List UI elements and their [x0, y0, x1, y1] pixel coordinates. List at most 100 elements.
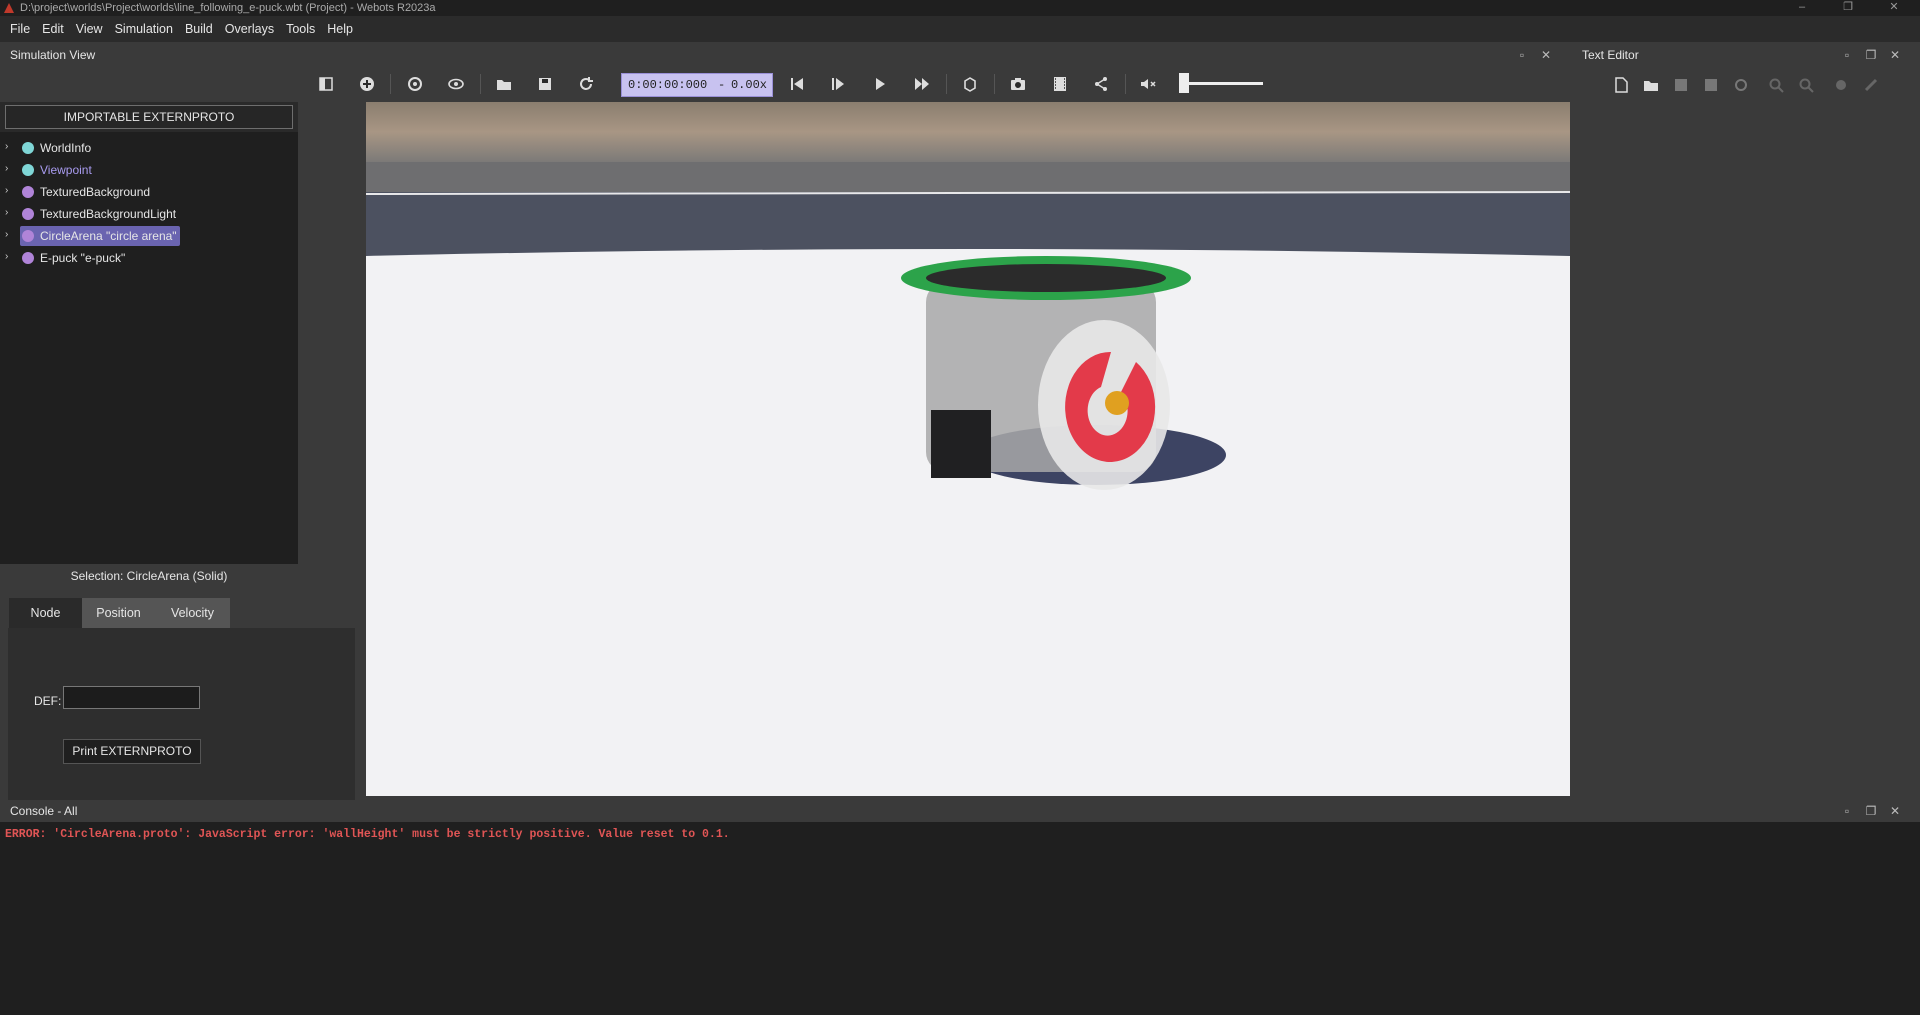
sky-background: [366, 102, 1570, 162]
screenshot-button[interactable]: [1007, 73, 1029, 95]
simulation-view-title: Simulation View: [10, 48, 96, 62]
share-icon: [1095, 77, 1107, 91]
print-externproto-button[interactable]: Print EXTERNPROTO: [63, 739, 201, 764]
viewpoint-button[interactable]: [445, 73, 467, 95]
fast-button[interactable]: [911, 73, 933, 95]
skip-back-icon: [791, 78, 803, 90]
tree-item-e-puck[interactable]: › E-puck "e-puck": [0, 248, 298, 268]
folder-open-icon: [497, 80, 511, 90]
tab-node[interactable]: Node: [9, 598, 82, 628]
save-icon: [539, 78, 551, 90]
cube-icon: [964, 77, 976, 92]
mute-button[interactable]: [1137, 73, 1159, 95]
toolbar-separator: [994, 74, 995, 94]
simulation-toolbar: [300, 66, 1282, 102]
plus-circle-icon: [360, 77, 374, 91]
rendering-button[interactable]: [959, 73, 981, 95]
window-title: D:\project\worlds\Project\worlds\line_fo…: [20, 2, 436, 14]
tree-item-texturedbackground[interactable]: › TexturedBackground: [0, 182, 298, 202]
text-editor-title: Text Editor: [1582, 48, 1639, 62]
run-button[interactable]: [869, 73, 891, 95]
simulation-scene: [366, 102, 1570, 796]
menu-overlays[interactable]: Overlays: [219, 22, 280, 36]
text-editor-toolbar: [1613, 74, 1903, 98]
tab-velocity[interactable]: Velocity: [155, 598, 230, 628]
menu-build[interactable]: Build: [179, 22, 219, 36]
find-icon[interactable]: [1768, 77, 1784, 93]
revert-icon[interactable]: [1733, 77, 1749, 93]
menu-simulation[interactable]: Simulation: [109, 22, 179, 36]
toolbar-separator: [1125, 74, 1126, 94]
camera-icon: [1011, 78, 1025, 90]
eye-icon: [448, 78, 464, 90]
expand-arrow-icon[interactable]: ›: [5, 251, 8, 262]
save-file-icon[interactable]: [1673, 77, 1689, 93]
undock-icon[interactable]: ❐: [1864, 48, 1878, 62]
simulation-time: 0:00:00:000: [628, 78, 708, 92]
reset-simulation-button[interactable]: [786, 73, 808, 95]
expand-arrow-icon[interactable]: ›: [5, 229, 8, 240]
reload-world-button[interactable]: [575, 73, 597, 95]
speaker-muted-icon: [1141, 79, 1156, 89]
tree-item-circlearena[interactable]: › CircleArena "circle arena": [0, 226, 298, 246]
hide-scene-tree-button[interactable]: [315, 73, 337, 95]
console-output[interactable]: ERROR: 'CircleArena.proto': JavaScript e…: [0, 822, 1920, 1015]
open-file-icon[interactable]: [1643, 77, 1659, 93]
close-window-button[interactable]: ✕: [1874, 0, 1914, 16]
record-movie-button[interactable]: [1049, 73, 1071, 95]
close-dock-icon[interactable]: ✕: [1888, 804, 1902, 818]
restore-button[interactable]: ❐: [1828, 0, 1868, 16]
maximize-dock-icon[interactable]: ▫: [1840, 804, 1854, 818]
tree-item-label: CircleArena "circle arena": [40, 229, 177, 243]
open-world-button[interactable]: [493, 73, 515, 95]
tree-item-worldinfo[interactable]: › WorldInfo: [0, 138, 298, 158]
tree-item-label: TexturedBackground: [40, 185, 151, 199]
new-file-icon[interactable]: [1613, 77, 1629, 93]
menu-tools[interactable]: Tools: [280, 22, 321, 36]
menu-file[interactable]: File: [4, 22, 36, 36]
minimize-button[interactable]: –: [1782, 0, 1822, 16]
volume-slider-thumb[interactable]: [1179, 73, 1189, 93]
menu-help[interactable]: Help: [321, 22, 359, 36]
clean-icon[interactable]: [1863, 77, 1879, 93]
expand-arrow-icon[interactable]: ›: [5, 207, 8, 218]
wheel-hub: [1105, 391, 1129, 415]
def-label: DEF:: [34, 694, 62, 708]
undock-icon[interactable]: ❐: [1864, 804, 1878, 818]
save-world-button[interactable]: [534, 73, 556, 95]
console-title: Console - All: [10, 804, 78, 818]
time-separator: -: [718, 78, 726, 92]
reload-icon: [580, 77, 593, 90]
add-node-button[interactable]: [356, 73, 378, 95]
menu-edit[interactable]: Edit: [36, 22, 70, 36]
save-all-icon[interactable]: [1703, 77, 1719, 93]
maximize-dock-icon[interactable]: ▫: [1840, 48, 1854, 62]
expand-arrow-icon[interactable]: ›: [5, 141, 8, 152]
tree-item-texturedbackgroundlight[interactable]: › TexturedBackgroundLight: [0, 204, 298, 224]
film-icon: [1054, 77, 1066, 91]
expand-arrow-icon[interactable]: ›: [5, 185, 8, 196]
replace-icon[interactable]: [1798, 77, 1814, 93]
share-button[interactable]: [1090, 73, 1112, 95]
tree-item-label: TexturedBackgroundLight: [40, 207, 177, 221]
volume-slider-track[interactable]: [1183, 82, 1263, 85]
node-icon: [22, 252, 34, 264]
node-icon: [22, 142, 34, 154]
expand-arrow-icon[interactable]: ›: [5, 163, 8, 174]
3d-viewport[interactable]: [366, 102, 1570, 796]
tree-item-label: Viewpoint: [40, 163, 92, 177]
close-dock-icon[interactable]: ✕: [1888, 48, 1902, 62]
menu-view[interactable]: View: [70, 22, 109, 36]
step-button[interactable]: [827, 73, 849, 95]
console-header: Console - All ▫ ❐ ✕: [0, 800, 1920, 822]
build-icon[interactable]: [1833, 77, 1849, 93]
def-input[interactable]: [63, 686, 200, 709]
tree-item-viewpoint[interactable]: › Viewpoint: [0, 160, 298, 180]
importable-externproto-button[interactable]: IMPORTABLE EXTERNPROTO: [5, 105, 293, 129]
close-dock-icon[interactable]: ✕: [1539, 48, 1553, 62]
reset-view-button[interactable]: [404, 73, 426, 95]
maximize-dock-icon[interactable]: ▫: [1515, 48, 1529, 62]
node-icon: [22, 186, 34, 198]
horizon: [366, 162, 1570, 192]
tab-position[interactable]: Position: [82, 598, 155, 628]
